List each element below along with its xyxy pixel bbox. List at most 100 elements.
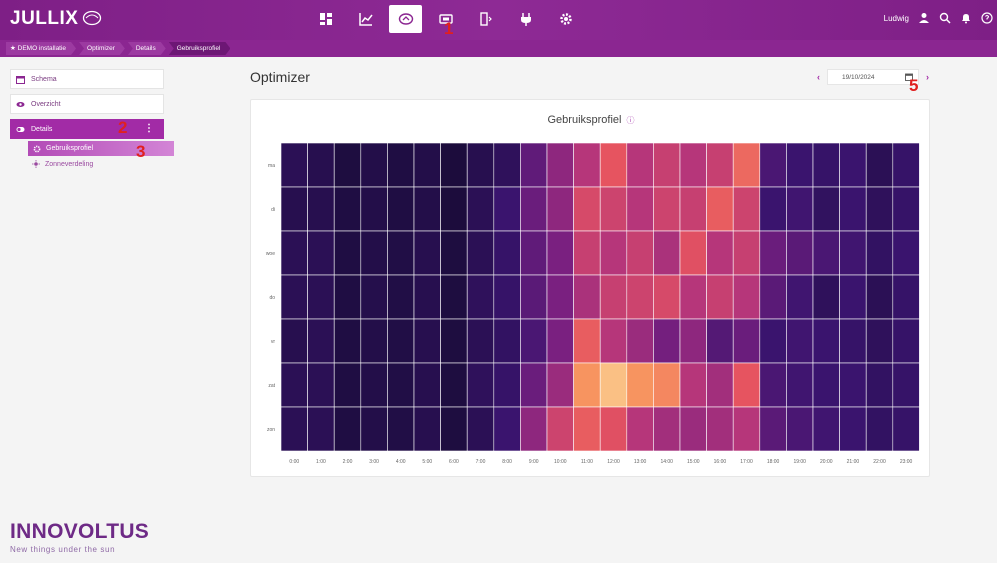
heatmap-cell[interactable] [812, 274, 840, 320]
heatmap-cell[interactable] [546, 142, 574, 188]
heatmap-cell[interactable] [493, 318, 521, 364]
heatmap-cell[interactable] [466, 362, 495, 408]
heatmap-cell[interactable] [387, 230, 415, 276]
heatmap-cell[interactable] [626, 142, 654, 188]
heatmap-cell[interactable] [892, 406, 920, 452]
heatmap-cell[interactable] [865, 406, 894, 452]
heatmap-cell[interactable] [520, 406, 548, 452]
heatmap-cell[interactable] [626, 274, 654, 320]
nav-dashboard-button[interactable] [309, 5, 342, 33]
heatmap-cell[interactable] [706, 230, 734, 276]
heatmap-cell[interactable] [759, 318, 787, 364]
heatmap-cell[interactable] [413, 142, 441, 188]
heatmap-cell[interactable] [599, 406, 628, 452]
heatmap-cell[interactable] [786, 186, 814, 232]
heatmap-cell[interactable] [307, 362, 335, 408]
heatmap-cell[interactable] [679, 142, 707, 188]
heatmap-cell[interactable] [307, 186, 335, 232]
nav-settings-button[interactable] [549, 5, 582, 33]
heatmap-cell[interactable] [440, 186, 468, 232]
heatmap-cell[interactable] [546, 406, 574, 452]
heatmap-cell[interactable] [413, 362, 441, 408]
heatmap-cell[interactable] [546, 362, 574, 408]
heatmap-cell[interactable] [839, 142, 867, 188]
heatmap-cell[interactable] [732, 230, 761, 276]
heatmap-cell[interactable] [839, 274, 867, 320]
heatmap-cell[interactable] [706, 362, 734, 408]
heatmap-cell[interactable] [307, 142, 335, 188]
heatmap-cell[interactable] [573, 318, 601, 364]
heatmap-cell[interactable] [546, 186, 574, 232]
heatmap-cell[interactable] [440, 142, 468, 188]
heatmap-cell[interactable] [466, 274, 495, 320]
heatmap-cell[interactable] [839, 230, 867, 276]
date-picker[interactable]: 19/10/2024 [827, 69, 919, 85]
heatmap-cell[interactable] [626, 318, 654, 364]
heatmap-cell[interactable] [280, 230, 308, 276]
nav-meter-button[interactable] [469, 5, 502, 33]
heatmap-cell[interactable] [865, 318, 894, 364]
heatmap-cell[interactable] [333, 318, 362, 364]
heatmap-cell[interactable] [360, 318, 388, 364]
heatmap-cell[interactable] [786, 318, 814, 364]
heatmap-cell[interactable] [333, 142, 362, 188]
heatmap-cell[interactable] [759, 362, 787, 408]
heatmap-cell[interactable] [599, 274, 628, 320]
heatmap-cell[interactable] [892, 274, 920, 320]
heatmap-cell[interactable] [786, 230, 814, 276]
heatmap-cell[interactable] [839, 362, 867, 408]
sidebar-subitem-gebruiksprofiel[interactable]: Gebruiksprofiel [28, 141, 174, 156]
heatmap-cell[interactable] [520, 362, 548, 408]
sidebar-item-schema[interactable]: Schema [10, 69, 164, 89]
heatmap-cell[interactable] [360, 274, 388, 320]
heatmap-cell[interactable] [333, 230, 362, 276]
heatmap-cell[interactable] [759, 230, 787, 276]
heatmap-cell[interactable] [493, 362, 521, 408]
heatmap-cell[interactable] [653, 274, 681, 320]
heatmap-cell[interactable] [280, 274, 308, 320]
jullix-logo[interactable]: JULLIX [10, 8, 78, 30]
breadcrumb-item-home[interactable]: ★ DEMO installatie [6, 42, 76, 55]
heatmap-cell[interactable] [786, 142, 814, 188]
heatmap-cell[interactable] [280, 142, 308, 188]
heatmap-cell[interactable] [653, 318, 681, 364]
heatmap-cell[interactable] [679, 406, 707, 452]
heatmap-cell[interactable] [573, 406, 601, 452]
heatmap-cell[interactable] [440, 230, 468, 276]
heatmap-cell[interactable] [865, 362, 894, 408]
heatmap-cell[interactable] [387, 142, 415, 188]
heatmap-cell[interactable] [626, 186, 654, 232]
heatmap-cell[interactable] [786, 274, 814, 320]
heatmap-cell[interactable] [626, 230, 654, 276]
heatmap-cell[interactable] [573, 230, 601, 276]
heatmap-cell[interactable] [466, 230, 495, 276]
heatmap-cell[interactable] [413, 406, 441, 452]
heatmap-cell[interactable] [892, 142, 920, 188]
heatmap-cell[interactable] [520, 186, 548, 232]
heatmap-cell[interactable] [573, 186, 601, 232]
heatmap-cell[interactable] [679, 230, 707, 276]
heatmap-cell[interactable] [839, 406, 867, 452]
heatmap-cell[interactable] [706, 142, 734, 188]
heatmap-cell[interactable] [573, 142, 601, 188]
heatmap-cell[interactable] [892, 362, 920, 408]
heatmap-cell[interactable] [440, 406, 468, 452]
heatmap-cell[interactable] [786, 406, 814, 452]
heatmap-cell[interactable] [413, 186, 441, 232]
next-day-button[interactable]: › [926, 72, 929, 82]
user-icon[interactable] [918, 12, 930, 24]
heatmap-cell[interactable] [280, 406, 308, 452]
heatmap-cell[interactable] [679, 362, 707, 408]
heatmap-cell[interactable] [732, 362, 761, 408]
heatmap-cell[interactable] [466, 186, 495, 232]
nav-plug-button[interactable] [509, 5, 542, 33]
heatmap-cell[interactable] [280, 362, 308, 408]
heatmap-cell[interactable] [706, 274, 734, 320]
heatmap-cell[interactable] [653, 406, 681, 452]
heatmap-cell[interactable] [280, 186, 308, 232]
heatmap-cell[interactable] [626, 406, 654, 452]
heatmap-cell[interactable] [812, 362, 840, 408]
heatmap-cell[interactable] [307, 274, 335, 320]
sidebar-item-details[interactable]: Details ⋮ [10, 119, 164, 139]
heatmap-cell[interactable] [706, 318, 734, 364]
